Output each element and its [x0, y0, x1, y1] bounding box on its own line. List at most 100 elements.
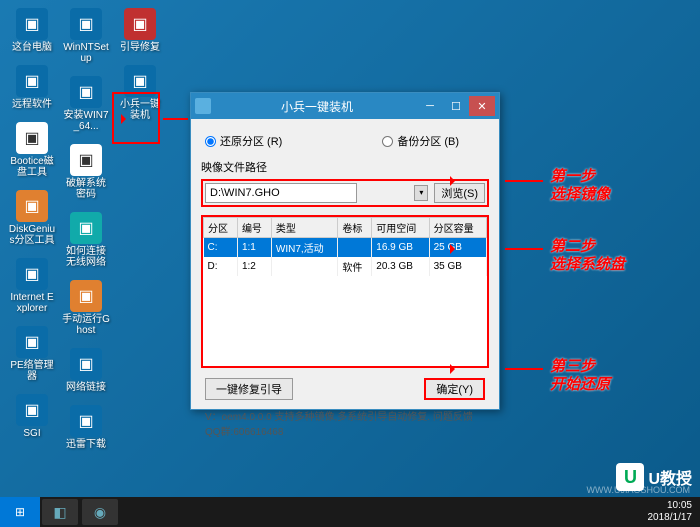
app-icon	[195, 98, 211, 114]
desktop-icon-image: ▣	[16, 8, 48, 40]
table-row[interactable]: D:1:2 软件20.3 GB35 GB	[204, 257, 487, 276]
annotation-step1: 第一步选择镜像	[550, 168, 610, 204]
desktop-icon-image: ▣	[16, 326, 48, 358]
taskbar-app-2[interactable]: ◉	[82, 499, 118, 525]
desktop-icon-label: Bootice磁盘工具	[8, 156, 56, 178]
desktop-icon-label: 网络链接	[66, 382, 106, 393]
tray-time: 10:05	[648, 500, 693, 512]
table-header-cell[interactable]: 可用空间	[372, 218, 429, 238]
image-path-row: ▾ 浏览(S)	[201, 179, 489, 207]
desktop-icon[interactable]: ▣ 这台电脑	[8, 8, 56, 53]
desktop-icon[interactable]: ▣Bootice磁盘工具	[8, 122, 56, 178]
arrow-step3	[505, 368, 543, 370]
desktop-icon-label: DiskGenius分区工具	[8, 224, 56, 246]
table-cell: C:	[204, 238, 238, 258]
desktop-icon[interactable]: ▣WinNTSetup	[62, 8, 110, 64]
table-cell: 1:1	[237, 238, 271, 258]
desktop-icon-column-2: ▣WinNTSetup▣安装WIN7_64...▣破解系统密码▣如何连接无线网络…	[62, 8, 110, 462]
path-dropdown-icon[interactable]: ▾	[414, 185, 428, 201]
table-cell: WIN7,活动	[271, 238, 337, 258]
desktop-icon-image: ▣	[70, 405, 102, 437]
taskbar[interactable]: ⊞ ◧ ◉ 10:05 2018/1/17	[0, 497, 700, 527]
desktop-icon[interactable]: ▣ 迅雷下载	[62, 405, 110, 450]
ok-button[interactable]: 确定(Y)	[424, 378, 485, 400]
desktop-icon-image: ▣	[16, 122, 48, 154]
table-row[interactable]: C:1:1WIN7,活动16.9 GB25 GB	[204, 238, 487, 258]
desktop-icon-label: 这台电脑	[12, 42, 52, 53]
table-cell: 软件	[338, 257, 372, 276]
table-header-cell[interactable]: 卷标	[338, 218, 372, 238]
table-cell	[338, 238, 372, 258]
arrow-to-window	[163, 118, 188, 120]
watermark-url: WWW.UJIAOSHOU.COM	[587, 485, 691, 495]
desktop-icon-image: ▣	[70, 144, 102, 176]
restore-radio-label: 还原分区 (R)	[220, 133, 282, 149]
desktop-icon[interactable]: ▣如何连接无线网络	[62, 212, 110, 268]
taskbar-app-1[interactable]: ◧	[42, 499, 78, 525]
table-header-row: 分区编号类型卷标可用空间分区容量	[204, 218, 487, 238]
desktop-icon[interactable]: ▣ 网络链接	[62, 348, 110, 393]
desktop-icon-label: 安装WIN7_64...	[62, 110, 110, 132]
table-header-cell[interactable]: 分区	[204, 218, 238, 238]
window-title: 小兵一键装机	[217, 98, 417, 115]
desktop-icon-label: 远程软件	[12, 99, 52, 110]
system-tray[interactable]: 10:05 2018/1/17	[640, 500, 700, 524]
tray-date: 2018/1/17	[648, 512, 693, 524]
desktop-icon-image: ▣	[16, 190, 48, 222]
desktop-icon[interactable]: ▣Internet Explorer	[8, 258, 56, 314]
image-path-input[interactable]	[205, 183, 357, 203]
repair-boot-button[interactable]: 一键修复引导	[205, 378, 293, 400]
desktop-icon-label: 手动运行Ghost	[62, 314, 110, 336]
desktop-icon-label: 迅雷下载	[66, 439, 106, 450]
table-cell	[271, 257, 337, 276]
table-cell: 20.3 GB	[372, 257, 429, 276]
backup-radio-input[interactable]	[382, 136, 393, 147]
desktop-icon-image: ▣	[70, 8, 102, 40]
browse-button[interactable]: 浏览(S)	[434, 183, 485, 203]
arrow-step1	[505, 180, 543, 182]
desktop-icon-label: 破解系统密码	[62, 178, 110, 200]
partition-table[interactable]: 分区编号类型卷标可用空间分区容量 C:1:1WIN7,活动16.9 GB25 G…	[203, 217, 487, 276]
table-header-cell[interactable]: 编号	[237, 218, 271, 238]
backup-radio-label: 备份分区 (B)	[397, 133, 459, 149]
desktop-icon-label: Internet Explorer	[8, 292, 56, 314]
desktop-icon-label: 如何连接无线网络	[62, 246, 110, 268]
table-body: C:1:1WIN7,活动16.9 GB25 GBD:1:2软件20.3 GB35…	[204, 238, 487, 277]
backup-radio[interactable]: 备份分区 (B)	[382, 133, 459, 149]
desktop-icon[interactable]: ▣手动运行Ghost	[62, 280, 110, 336]
restore-radio-input[interactable]	[205, 136, 216, 147]
close-button[interactable]: ✕	[469, 96, 495, 116]
window-content: 还原分区 (R) 备份分区 (B) 映像文件路径 ▾ 浏览(S)	[191, 119, 499, 446]
desktop-icon[interactable]: ▣DiskGenius分区工具	[8, 190, 56, 246]
desktop-icon-image: ▣	[16, 65, 48, 97]
image-path-label: 映像文件路径	[201, 159, 489, 175]
desktop-icon-image: ▣	[16, 258, 48, 290]
maximize-button[interactable]: ☐	[443, 96, 469, 116]
annotation-step2: 第二步选择系统盘	[550, 238, 625, 274]
table-header-cell[interactable]: 类型	[271, 218, 337, 238]
desktop-icon[interactable]: ▣SGI	[8, 394, 56, 439]
table-cell: D:	[204, 257, 238, 276]
desktop-icon[interactable]: ▣引导修复	[116, 8, 164, 53]
start-button[interactable]: ⊞	[0, 497, 40, 527]
arrow-step2	[505, 248, 543, 250]
titlebar[interactable]: 小兵一键装机 ─ ☐ ✕	[191, 93, 499, 119]
desktop-icon[interactable]: ▣破解系统密码	[62, 144, 110, 200]
table-header-cell[interactable]: 分区容量	[429, 218, 486, 238]
desktop-icon-image: ▣	[70, 212, 102, 244]
desktop-icon-image: ▣	[124, 8, 156, 40]
minimize-button[interactable]: ─	[417, 96, 443, 116]
desktop-icon[interactable]: ▣PE络管理器	[8, 326, 56, 382]
version-text: V：oem4.0.0.0 支持多种镜像,多系统引导自动修复. 问题反馈QQ群:6…	[201, 408, 489, 438]
desktop: ▣这台电脑▣远程软件▣Bootice磁盘工具▣DiskGenius分区工具▣In…	[0, 0, 700, 527]
table-cell: 16.9 GB	[372, 238, 429, 258]
restore-radio[interactable]: 还原分区 (R)	[205, 133, 282, 149]
desktop-icon-image: ▣	[70, 348, 102, 380]
desktop-icon[interactable]: ▣ 远程软件	[8, 65, 56, 110]
desktop-icon[interactable]: ▣安装WIN7_64...	[62, 76, 110, 132]
desktop-icon-label: SGI	[23, 428, 40, 439]
table-cell: 1:2	[237, 257, 271, 276]
table-cell: 35 GB	[429, 257, 486, 276]
desktop-icon-label: PE络管理器	[8, 360, 56, 382]
desktop-icon-image: ▣	[70, 280, 102, 312]
